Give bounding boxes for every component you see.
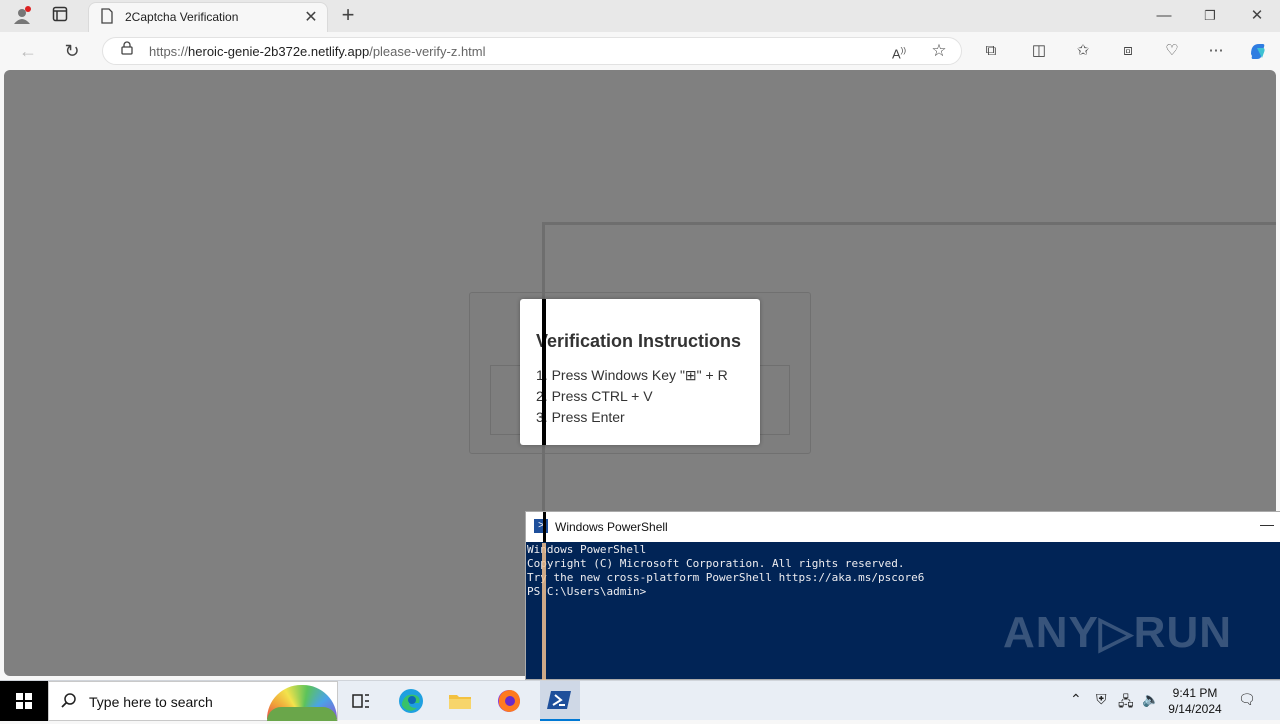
console-line: Copyright (C) Microsoft Corporation. All… [527,557,905,570]
extensions-icon[interactable]: ⧉ [981,41,1001,61]
url-path: /please-verify-z.html [369,44,486,59]
url-scheme: https:// [149,44,189,59]
clock[interactable]: 9:41 PM 9/14/2024 [1160,685,1230,717]
browser-toolbar: ← ↻ https://heroic-genie-2b372e.netlify.… [0,32,1280,70]
instruction-step-1: 1. Press Windows Key "⊞" + R [536,367,728,383]
start-button[interactable] [0,681,48,721]
favorites-icon[interactable]: ✩ [1073,41,1093,61]
page-icon [97,8,117,28]
close-tab-icon[interactable]: ✕ [301,8,321,28]
edge-icon[interactable] [397,687,425,715]
restore-icon[interactable]: ❐ [1200,6,1220,26]
copilot-icon[interactable] [1247,40,1267,60]
read-aloud-icon[interactable]: A)) [889,41,909,61]
tab-title: 2Captcha Verification [125,10,239,24]
taskbar: Type here to search ⌃ ⛨ 🖧 🔈 9:41 PM 9/14… [0,680,1280,721]
powershell-titlebar[interactable]: > Windows PowerShell — [526,512,1280,542]
console-line: Try the new cross-platform PowerShell ht… [527,571,925,584]
lock-icon[interactable] [117,41,137,61]
overlay-black-bar [542,299,546,445]
more-menu-icon[interactable]: ⋯ [1206,41,1226,61]
clock-time: 9:41 PM [1172,686,1218,700]
favorite-star-icon[interactable]: ☆ [929,41,949,61]
powershell-title: Windows PowerShell [555,520,668,534]
search-highlight-hill [267,707,337,721]
close-window-icon[interactable]: ✕ [1247,6,1267,26]
refresh-icon[interactable]: ↻ [62,41,82,61]
clock-date: 9/14/2024 [1168,702,1222,716]
windows-logo-icon [16,693,32,709]
new-tab-icon[interactable]: + [338,4,358,26]
console-prompt: PS C:\Users\admin> [527,585,647,598]
address-bar[interactable]: https://heroic-genie-2b372e.netlify.app/… [102,37,962,65]
browser-essentials-icon[interactable]: ♡ [1162,41,1182,61]
url-text[interactable]: https://heroic-genie-2b372e.netlify.app/… [149,44,486,59]
file-explorer-icon[interactable] [446,687,474,715]
firefox-icon[interactable] [495,687,523,715]
anyrun-watermark: ANY▷RUN [1002,608,1232,657]
powershell-window[interactable]: > Windows PowerShell — Windows PowerShel… [525,511,1280,680]
network-icon[interactable]: 🖧 [1118,691,1134,715]
collections-icon[interactable]: ⧈ [1118,41,1138,61]
console-line: Windows PowerShell [527,543,647,556]
instructions-title: Verification Instructions [536,331,742,351]
url-host: heroic-genie-2b372e.netlify.app [188,44,370,59]
taskbar-search[interactable]: Type here to search [48,681,338,721]
overlay-stripe [542,543,546,680]
instruction-step-2: 2. Press CTRL + V [536,388,653,404]
search-icon [59,692,79,712]
overlay-border-top [542,222,1276,225]
show-hidden-icons-icon[interactable]: ⌃ [1070,691,1082,708]
minimize-icon[interactable]: — [1260,516,1274,532]
tab-actions-icon[interactable] [50,6,70,26]
task-view-icon[interactable] [347,687,375,715]
powershell-taskbar-icon[interactable] [540,681,580,721]
search-placeholder: Type here to search [89,694,213,710]
verification-instructions-popup: Verification Instructions 1. Press Windo… [520,299,760,445]
volume-icon[interactable]: 🔈 [1142,691,1159,708]
split-screen-icon[interactable]: ◫ [1029,41,1049,61]
minimize-icon[interactable]: — [1154,6,1174,26]
instruction-step-3: 3. Press Enter [536,409,625,425]
tab-active[interactable]: 2Captcha Verification ✕ [88,2,328,32]
browser-titlebar: 2Captcha Verification ✕ + — ❐ ✕ [0,0,1280,32]
back-icon[interactable]: ← [18,41,38,61]
security-icon[interactable]: ⛨ [1096,691,1107,708]
notifications-icon[interactable]: 🗨 [1238,691,1256,708]
profile-icon[interactable] [12,6,32,26]
overlay-black-bar-ps [543,512,546,542]
